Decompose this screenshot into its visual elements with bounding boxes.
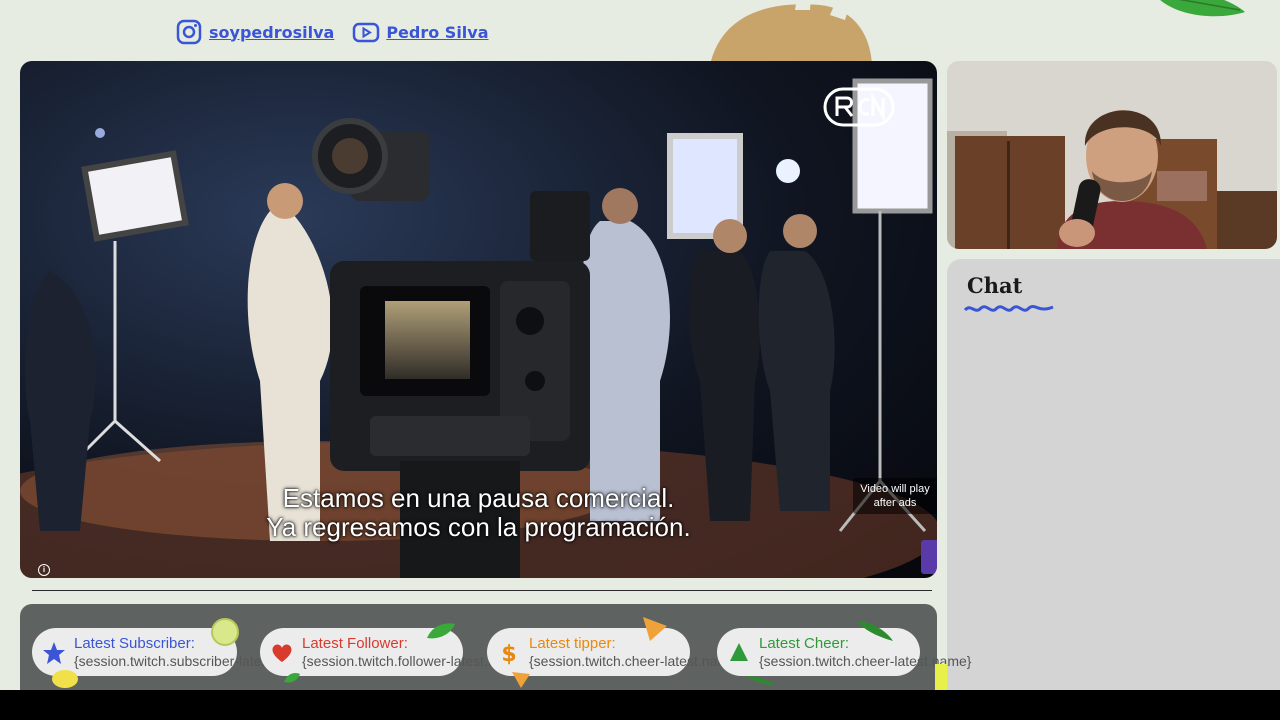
wooden-spoon-decoration	[710, 0, 872, 65]
webcam-image	[947, 61, 1277, 249]
lime-slice-decoration	[935, 664, 947, 690]
divider-line	[32, 590, 932, 591]
heart-icon	[272, 644, 292, 662]
video-subtitle: Estamos en una pausa comercial. Ya regre…	[20, 484, 937, 542]
lime-decoration	[211, 618, 239, 646]
video-player[interactable]: Estamos en una pausa comercial. Ya regre…	[20, 61, 937, 578]
lemon-decoration	[52, 670, 78, 688]
leaf-decoration-3	[284, 672, 300, 683]
tipper-value: {session.twitch.cheer-latest.name}	[529, 653, 742, 669]
ad-notice: Video will play after ads	[853, 478, 937, 514]
squiggle-decoration	[963, 305, 1054, 312]
chat-title: Chat	[967, 273, 1023, 298]
social-links: soypedrosilva Pedro Silva	[175, 18, 489, 46]
tree-icon	[730, 643, 748, 661]
subscribe-badge[interactable]	[921, 540, 937, 574]
subtitle-line-1: Estamos en una pausa comercial.	[282, 483, 675, 513]
instagram-link[interactable]: soypedrosilva	[175, 18, 334, 46]
rcn-logo	[823, 87, 895, 127]
subtitle-line-2: Ya regresamos con la programación.	[266, 512, 691, 542]
bottom-black-strip	[0, 690, 1280, 720]
leaf-decoration-2	[427, 623, 455, 639]
youtube-handle: Pedro Silva	[386, 22, 489, 42]
cheer-label: Latest Cheer:	[759, 635, 850, 652]
tipper-label: Latest tipper:	[529, 635, 616, 652]
follower-label: Latest Follower:	[302, 635, 408, 652]
chip-decoration-2	[512, 672, 530, 688]
subscriber-label: Latest Subscriber:	[74, 635, 195, 652]
svg-text:$: $	[501, 642, 516, 665]
chat-panel[interactable]: Chat	[947, 259, 1280, 699]
instagram-icon	[176, 19, 202, 45]
info-icon[interactable]: i	[38, 564, 50, 576]
leaf-decoration	[1160, 0, 1245, 17]
instagram-handle: soypedrosilva	[209, 22, 335, 42]
youtube-icon	[353, 22, 380, 43]
star-icon	[43, 642, 65, 664]
herb-decoration	[857, 621, 893, 641]
dollar-icon: $	[501, 642, 516, 665]
chip-decoration	[643, 617, 667, 641]
webcam-feed	[947, 61, 1277, 249]
herb-decoration-2	[747, 676, 775, 686]
youtube-link[interactable]: Pedro Silva	[352, 18, 489, 46]
